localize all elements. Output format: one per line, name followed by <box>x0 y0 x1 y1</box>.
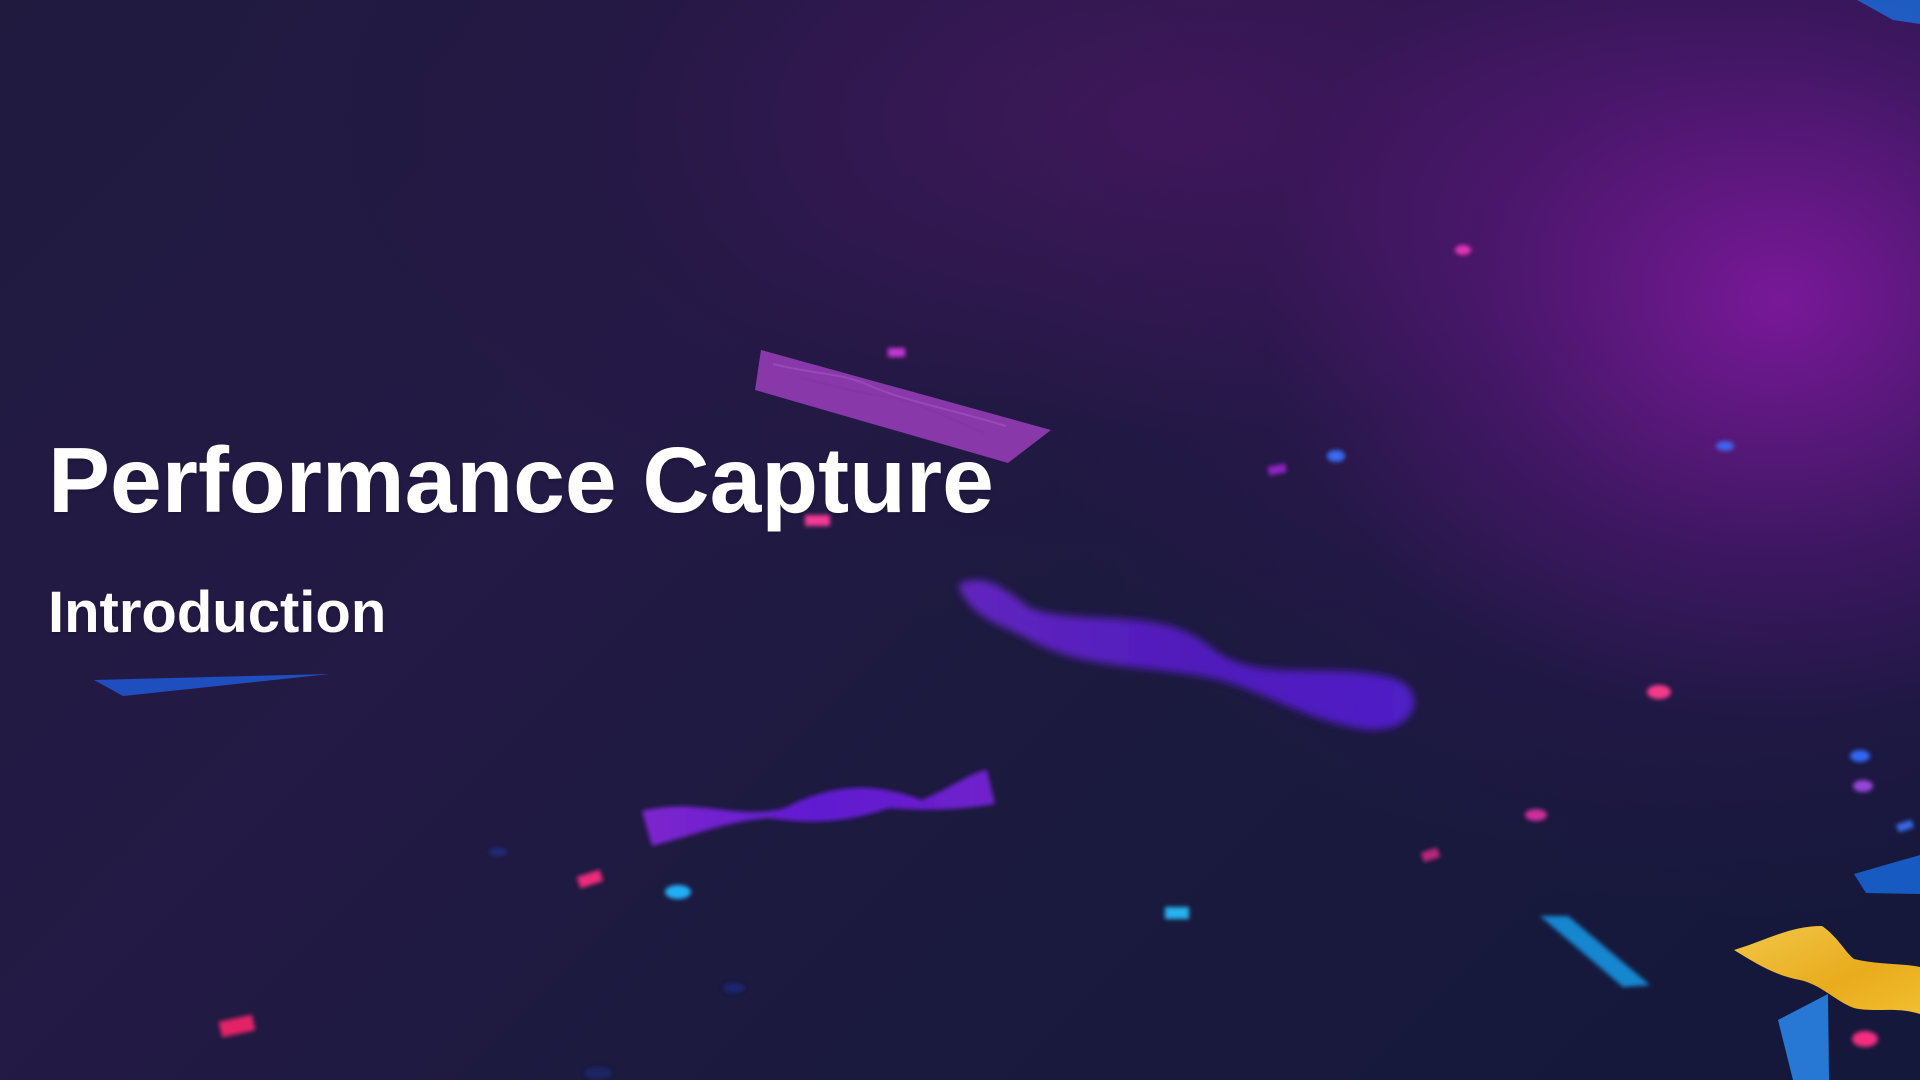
confetti-background <box>94 0 1920 1080</box>
confetti-dots <box>218 245 1914 1079</box>
title-slide: Performance Capture Introduction <box>0 0 1920 1080</box>
confetti-piece <box>1857 0 1920 24</box>
slide-title: Performance Capture <box>48 428 994 532</box>
confetti-ribbon <box>958 580 1415 730</box>
confetti-piece <box>94 674 330 696</box>
slide-subtitle: Introduction <box>48 580 387 645</box>
confetti-piece <box>1854 855 1920 894</box>
confetti-piece <box>1540 916 1650 987</box>
confetti-piece <box>1778 994 1829 1080</box>
confetti-ribbon <box>642 770 995 846</box>
